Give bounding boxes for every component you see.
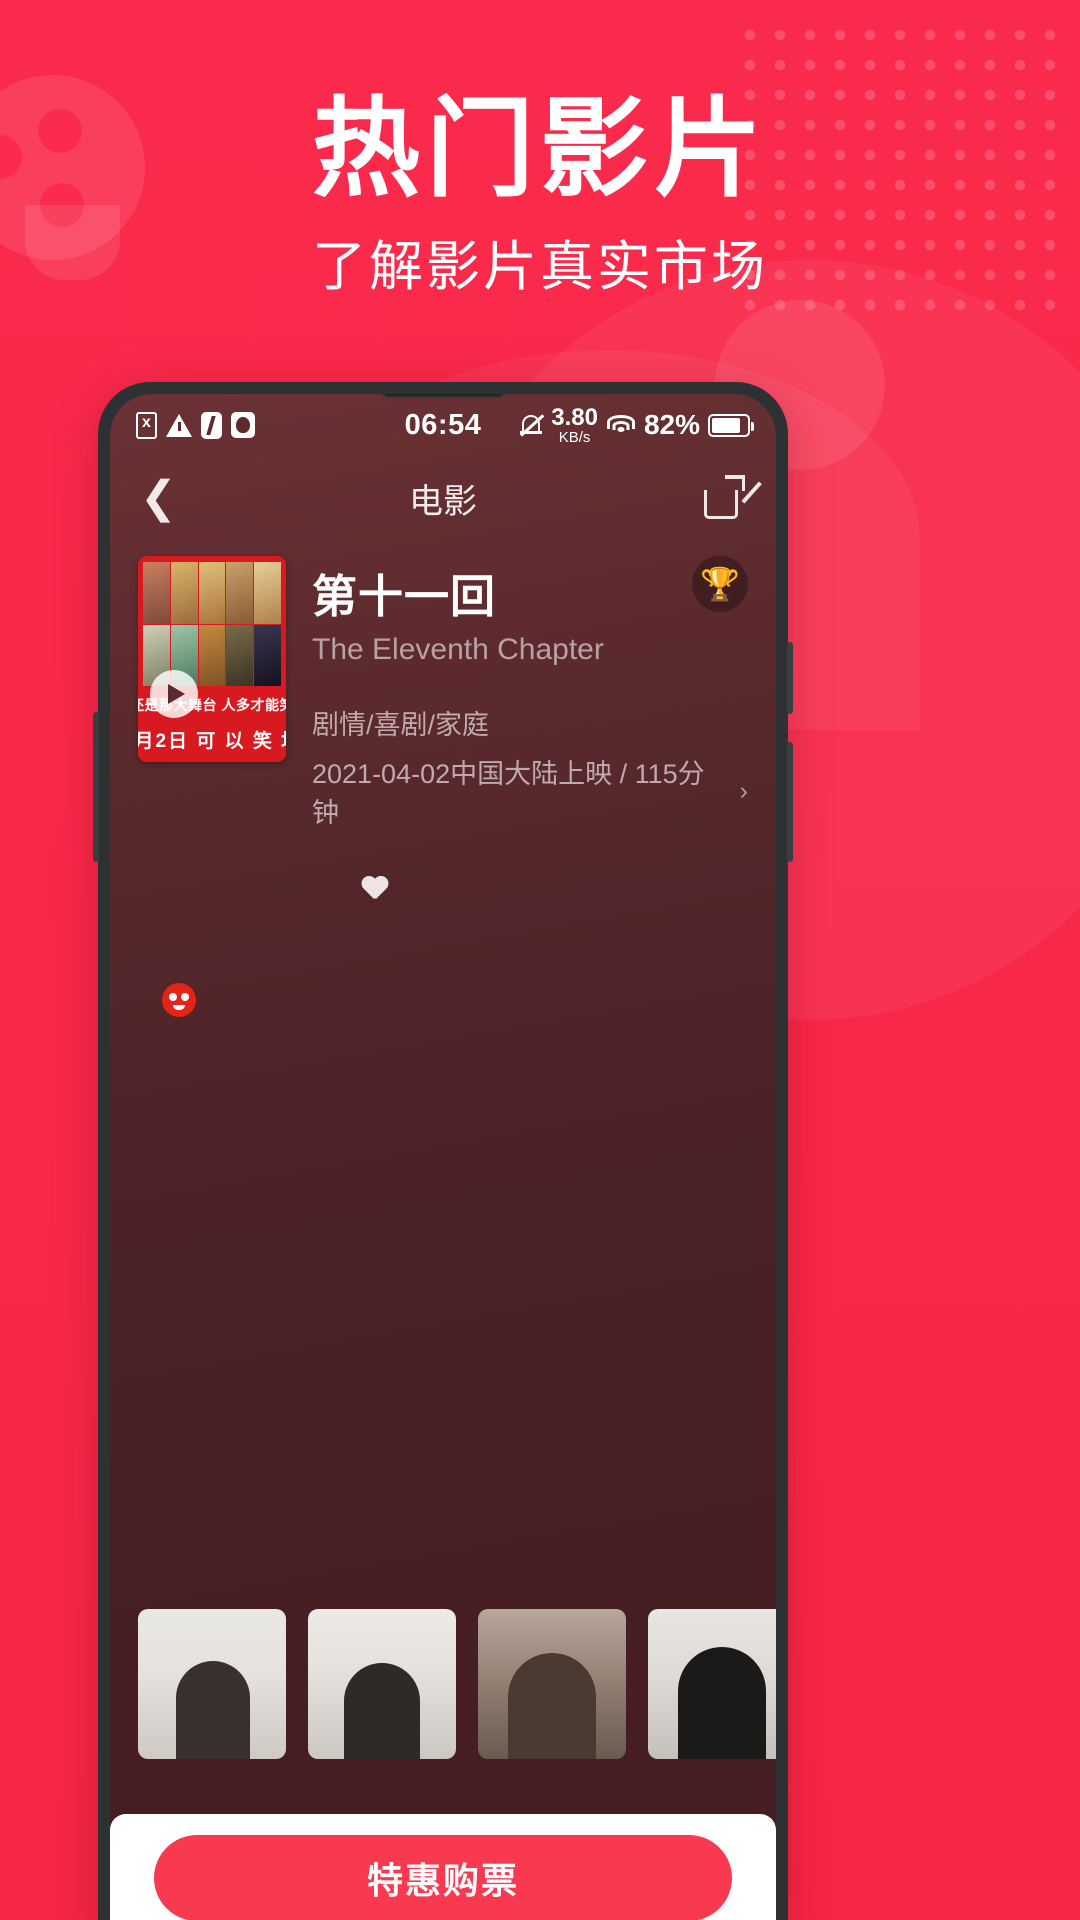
page-title: 电影 [409, 482, 477, 521]
cast-list [138, 1609, 776, 1760]
maoyan-cat-icon [162, 983, 196, 1017]
promo-title: 热门影片 [311, 88, 768, 209]
phone-side-button-left [93, 712, 99, 862]
movie-header: 人间还是那大舞台 人多才能笑得开 4月2日 可 以 笑 场 第十一回 The E… [110, 540, 776, 830]
movie-release-info[interactable]: 2021-04-02中国大陆上映 / 115分钟 › [312, 752, 748, 830]
movie-poster[interactable]: 人间还是那大舞台 人多才能笑得开 4月2日 可 以 笑 场 [138, 556, 286, 762]
list-item[interactable] [138, 1609, 286, 1760]
movie-title: 第十一回 [312, 571, 497, 622]
movie-info: 第十一回 The Eleventh Chapter 剧情/喜剧/家庭 2021-… [286, 556, 748, 830]
play-icon[interactable] [150, 670, 198, 718]
phone-side-button-bottom [787, 742, 793, 862]
bell-muted-icon [519, 412, 545, 438]
wifi-icon [606, 413, 636, 437]
poster-tagline-bottom: 4月2日 可 以 笑 场 [138, 720, 286, 758]
chevron-right-icon: › [739, 776, 748, 805]
battery-percent: 82% [643, 409, 700, 440]
phone-screen: 06:54 3.80 KB/s 82% ❮ 电影 [110, 394, 776, 1920]
trophy-icon[interactable]: 🏆 [692, 556, 748, 612]
movie-english-title: The Eleventh Chapter [312, 633, 604, 666]
poster-portrait-grid [143, 562, 281, 686]
share-icon[interactable] [704, 475, 761, 519]
movie-genre: 剧情/喜剧/家庭 [312, 710, 490, 740]
battery-icon [708, 413, 754, 437]
status-bar-right-icons: 3.80 KB/s 82% [519, 403, 754, 446]
network-speed: 3.80 KB/s [551, 403, 598, 446]
list-item[interactable] [478, 1609, 626, 1760]
network-speed-unit: KB/s [558, 428, 591, 446]
network-speed-value: 3.80 [551, 403, 598, 431]
phone-side-button-top [787, 642, 793, 714]
buy-ticket-button[interactable]: 特惠购票 [154, 1835, 732, 1920]
promo-subtitle: 了解影片真实市场 [312, 237, 768, 297]
bottom-action-bar: 特惠购票 [110, 1814, 776, 1920]
list-item[interactable] [308, 1609, 456, 1760]
list-item[interactable] [648, 1609, 776, 1760]
app-navbar: ❮ 电影 [110, 456, 776, 540]
movie-release-text: 2021-04-02中国大陆上映 / 115分钟 [312, 759, 705, 828]
phone-earpiece [380, 394, 506, 398]
status-bar: 06:54 3.80 KB/s 82% [110, 394, 776, 456]
heart-icon [361, 877, 388, 901]
phone-mockup: 06:54 3.80 KB/s 82% ❮ 电影 [93, 382, 793, 1920]
